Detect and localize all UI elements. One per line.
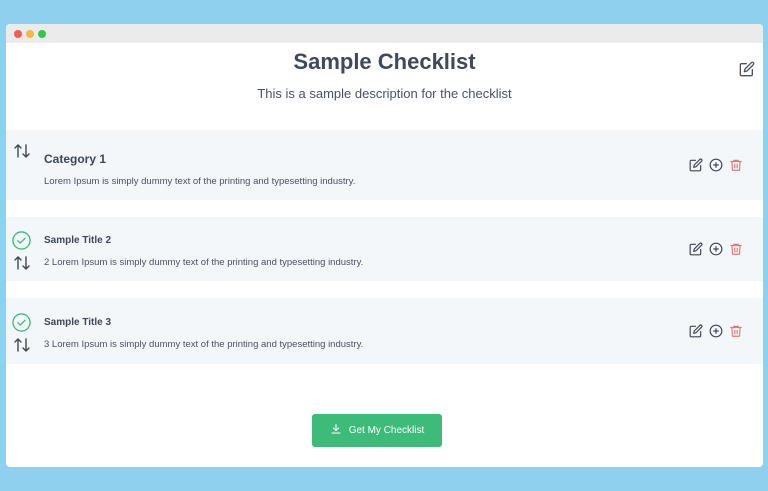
checklist-item-row: Sample Title 2 2 Lorem Ipsum is simply d… [6,217,763,281]
item-actions [689,324,743,338]
page-description: This is a sample description for the che… [257,86,512,101]
checklist-item-row: Sample Title 3 3 Lorem Ipsum is simply d… [6,298,763,364]
minimize-window-button[interactable] [26,30,34,38]
check-circle-icon[interactable] [12,313,31,332]
trash-icon[interactable] [729,324,743,338]
check-circle-icon[interactable] [12,231,31,250]
item-actions [689,242,743,256]
item-description: Lorem Ipsum is simply dummy text of the … [44,176,356,187]
item-description: 2 Lorem Ipsum is simply dummy text of th… [44,257,364,268]
close-window-button[interactable] [14,30,22,38]
checklist-category-row: Category 1 Lorem Ipsum is simply dummy t… [6,130,763,200]
edit-icon[interactable] [689,242,703,256]
sort-icon[interactable] [14,338,30,352]
item-title: Sample Title 3 [44,317,112,328]
trash-icon[interactable] [729,242,743,256]
get-my-checklist-button[interactable]: Get My Checklist [312,414,442,447]
add-circle-icon[interactable] [709,324,723,338]
edit-icon[interactable] [739,61,755,77]
add-circle-icon[interactable] [709,242,723,256]
download-icon [330,423,342,438]
app-window: Sample Checklist This is a sample descri… [6,24,763,467]
sort-icon[interactable] [14,256,30,270]
item-description: 3 Lorem Ipsum is simply dummy text of th… [44,339,364,350]
item-title: Sample Title 2 [44,235,112,246]
window-titlebar [6,24,763,43]
sort-icon[interactable] [14,144,30,158]
edit-icon[interactable] [689,324,703,338]
trash-icon[interactable] [729,158,743,172]
item-actions [689,158,743,172]
page-title: Sample Checklist [293,49,476,74]
edit-icon[interactable] [689,158,703,172]
maximize-window-button[interactable] [38,30,46,38]
get-my-checklist-label: Get My Checklist [348,425,425,436]
add-circle-icon[interactable] [709,158,723,172]
item-title: Category 1 [44,152,107,166]
